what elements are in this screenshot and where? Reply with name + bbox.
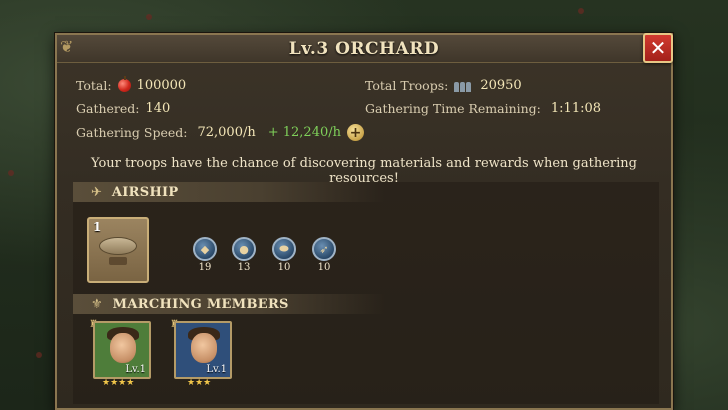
gathering-speed-stat: Gathering Speed: 72,000/h + 12,240/h +	[76, 124, 364, 141]
corner-ornament-icon: ❦	[60, 37, 74, 56]
close-button[interactable]: ✕	[643, 33, 673, 63]
airship-section-title: AIRSHIP	[111, 184, 179, 200]
airship-section-header: ✈ AIRSHIP	[73, 182, 385, 202]
troops-label: Total Troops:	[365, 78, 449, 93]
unit-airship[interactable]: ⬬ 10	[270, 237, 298, 273]
airship-unit-icon: ⬬	[272, 237, 296, 261]
gathered-value: 140	[145, 101, 171, 116]
total-label: Total:	[76, 78, 112, 93]
time-label: Gathering Time Remaining:	[365, 101, 541, 116]
cannon-unit-icon: ◆	[193, 237, 217, 261]
speed-label: Gathering Speed:	[76, 125, 188, 140]
speed-bonus: + 12,240/h	[267, 125, 341, 140]
unit-cannon[interactable]: ◆ 19	[191, 237, 219, 273]
unit-bomb[interactable]: ● 13	[230, 237, 258, 273]
troops-icon	[454, 80, 474, 92]
member-card[interactable]: Lv.1	[93, 321, 151, 379]
member-card[interactable]: Lv.1	[174, 321, 232, 379]
member-level: Lv.1	[206, 364, 227, 375]
rocket-unit-icon: ➶	[312, 237, 336, 261]
panel-title: Lv.3 ORCHARD	[288, 38, 440, 59]
unit-count: 19	[198, 262, 212, 273]
total-value: 100000	[136, 78, 187, 93]
bomb-unit-icon: ●	[232, 237, 256, 261]
total-stat: Total: 100000	[76, 76, 187, 93]
speed-boost-button[interactable]: +	[347, 124, 364, 141]
troops-stat: Total Troops: 20950	[365, 78, 522, 93]
troops-value: 20950	[480, 78, 522, 93]
gathered-stat: Gathered: 140	[76, 101, 170, 116]
time-value: 1:11:08	[550, 101, 602, 116]
unit-count: 10	[317, 262, 331, 273]
avatar	[110, 333, 136, 363]
member-stars: ★★★★	[102, 378, 135, 388]
member-stars: ★★★	[187, 378, 212, 388]
member-level: Lv.1	[125, 364, 146, 375]
orchard-info-panel: ❦ Lv.3 ORCHARD ✕ Total: 100000 Gathered:…	[55, 33, 673, 410]
marching-section-icon: ⚜	[91, 296, 103, 312]
marching-section-header: ⚜ MARCHING MEMBERS	[73, 294, 385, 314]
unit-count: 10	[277, 262, 291, 273]
gathered-label: Gathered:	[76, 101, 140, 116]
speed-value: 72,000/h	[197, 125, 256, 140]
airship-card[interactable]: 1	[87, 217, 149, 283]
avatar	[191, 333, 217, 363]
plus-icon[interactable]: +	[350, 126, 362, 140]
unit-count: 13	[237, 262, 251, 273]
panel-header: ❦ Lv.3 ORCHARD	[57, 35, 671, 63]
marching-section-title: MARCHING MEMBERS	[112, 296, 289, 312]
airship-icon	[99, 237, 137, 255]
close-icon[interactable]: ✕	[650, 36, 667, 60]
apple-icon	[117, 76, 131, 92]
airship-card-count: 1	[93, 220, 102, 234]
unit-rocket[interactable]: ➶ 10	[310, 237, 338, 273]
airship-section-icon: ✈	[91, 184, 102, 200]
time-remaining-stat: Gathering Time Remaining: 1:11:08	[365, 101, 601, 116]
